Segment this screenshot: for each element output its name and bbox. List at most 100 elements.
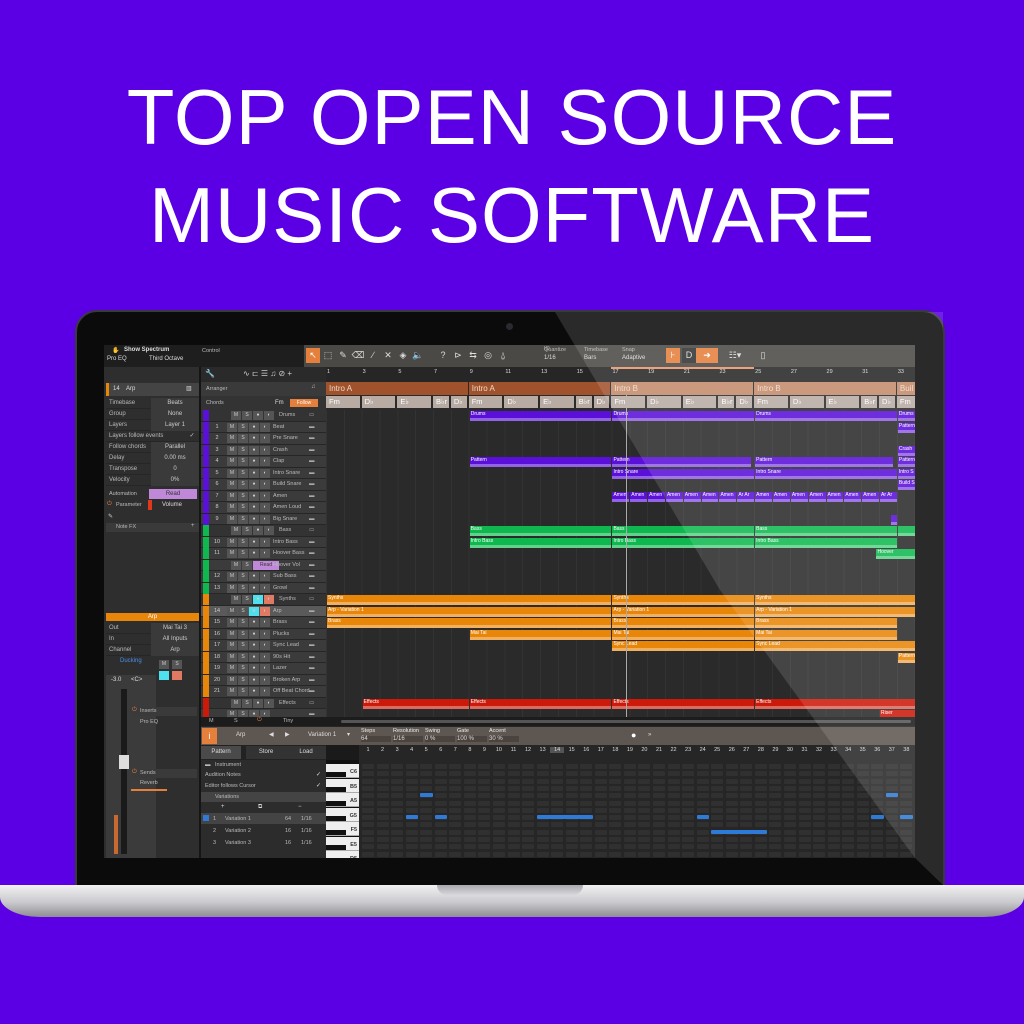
arm-button[interactable]: ◐ (260, 422, 270, 432)
step-cell[interactable] (507, 785, 520, 791)
tab-store[interactable]: Store (246, 746, 286, 759)
step-cell[interactable] (405, 785, 418, 791)
step-cell[interactable] (609, 844, 622, 850)
step-cell[interactable] (856, 844, 869, 850)
step-cell[interactable] (827, 807, 840, 813)
step-cell[interactable] (492, 815, 505, 821)
step-cell[interactable] (754, 785, 767, 791)
param-value[interactable]: 1/16 (393, 736, 423, 742)
step-cell[interactable] (653, 829, 665, 835)
clip[interactable]: Drums (755, 411, 897, 421)
clip[interactable]: Ar Ar (880, 491, 897, 502)
clip[interactable] (890, 514, 897, 525)
step-cell[interactable] (507, 800, 520, 806)
ducking-label[interactable]: Ducking (120, 658, 142, 664)
solo-button[interactable]: S (238, 549, 248, 558)
track-header[interactable]: M S Read Hoover Vol ▬ (201, 559, 326, 571)
param-value[interactable]: 30 % (489, 736, 519, 742)
step-cell[interactable] (391, 829, 404, 835)
step-cell[interactable] (594, 815, 607, 821)
step-number[interactable]: 34 (841, 747, 855, 753)
monitor-button[interactable]: ● (249, 537, 259, 547)
mute-button[interactable]: M (227, 652, 237, 662)
step-number[interactable]: 7 (448, 747, 462, 753)
step-number[interactable]: 10 (492, 747, 506, 753)
step-cell[interactable] (391, 837, 404, 842)
monitor-button[interactable]: ● (249, 618, 259, 627)
clip[interactable]: Arp - Variation 1 (755, 606, 915, 617)
volume-fader[interactable] (121, 689, 127, 854)
step-cell[interactable] (827, 785, 840, 791)
step-cell[interactable] (405, 822, 418, 828)
monitor-button[interactable]: ● (249, 629, 259, 639)
clip[interactable]: Effects (612, 698, 755, 709)
step-cell[interactable] (609, 800, 622, 806)
step-cell[interactable] (871, 844, 884, 850)
step-cell[interactable] (536, 851, 549, 857)
step-cell[interactable] (813, 800, 826, 806)
step-cell[interactable] (813, 837, 826, 842)
step-cell[interactable] (667, 778, 680, 784)
step-cell[interactable] (507, 778, 520, 784)
step-cell[interactable] (711, 793, 724, 799)
mute-button[interactable]: M (227, 618, 237, 627)
step-cell[interactable] (842, 778, 855, 784)
monitor-button[interactable]: ● (249, 572, 259, 581)
step-cell[interactable] (885, 785, 898, 791)
step-cell[interactable] (783, 815, 796, 821)
arm-button[interactable]: ◐ (260, 629, 270, 639)
track-header[interactable]: 6 M S ● ◐ Build Snare ▬ (201, 479, 326, 491)
mute-button[interactable]: M (227, 468, 237, 478)
solo-button[interactable]: S (242, 526, 252, 535)
step-cell[interactable] (827, 851, 840, 857)
step-cell[interactable] (740, 778, 753, 784)
step-cell[interactable] (434, 800, 447, 806)
clip[interactable]: Effects (362, 698, 469, 709)
property-value[interactable]: 0.00 ms (151, 453, 199, 464)
step-number[interactable]: 17 (594, 747, 608, 753)
step-cell[interactable] (871, 822, 884, 828)
mute-button[interactable]: M (227, 537, 237, 547)
step-cell[interactable] (754, 822, 767, 828)
step-cell[interactable] (813, 844, 826, 850)
clip[interactable]: Drums (612, 411, 755, 421)
mode-select[interactable]: Third Octave (149, 356, 183, 362)
step-cell[interactable] (769, 851, 782, 857)
add-variation-icon[interactable]: + (221, 804, 225, 810)
step-cell[interactable] (580, 793, 593, 799)
step-cell[interactable] (725, 771, 738, 777)
property-value[interactable]: 0% (151, 475, 199, 486)
mute-icon[interactable]: ✕ (381, 348, 395, 363)
clip[interactable]: Bass (612, 526, 755, 536)
step-cell[interactable] (813, 815, 826, 821)
step-cell[interactable] (391, 800, 404, 806)
step-number[interactable]: 25 (710, 747, 724, 753)
step-cell[interactable] (783, 807, 796, 813)
step-cell[interactable] (711, 778, 724, 784)
step-cell[interactable] (522, 793, 535, 799)
step-cell[interactable] (754, 764, 767, 769)
step-cell[interactable] (813, 807, 826, 813)
monitor-button[interactable]: ● (249, 468, 259, 478)
step-cell[interactable] (463, 800, 476, 806)
step-cell[interactable] (856, 829, 869, 835)
step-cell[interactable] (522, 764, 535, 769)
solo-button[interactable]: S (238, 514, 248, 524)
snap-select[interactable]: Adaptive (622, 355, 645, 361)
clip[interactable]: Synths (755, 595, 915, 605)
step-cell[interactable] (522, 822, 535, 828)
monitor-button[interactable]: ● (253, 698, 263, 708)
step-cell[interactable] (682, 793, 695, 799)
step-cell[interactable] (551, 764, 564, 769)
clip[interactable]: Intro Bass (469, 537, 612, 548)
step-cell[interactable] (478, 800, 491, 806)
step-cell[interactable] (696, 844, 709, 850)
step-cell[interactable] (798, 851, 811, 857)
chord-block[interactable]: D♭ (504, 396, 541, 408)
arrow-button[interactable]: ➜ (696, 348, 718, 363)
step-cell[interactable] (492, 822, 505, 828)
record-icon[interactable]: ● (631, 730, 636, 740)
step-cell[interactable] (623, 807, 636, 813)
step-cell[interactable] (536, 793, 549, 799)
send-level[interactable] (131, 789, 167, 791)
